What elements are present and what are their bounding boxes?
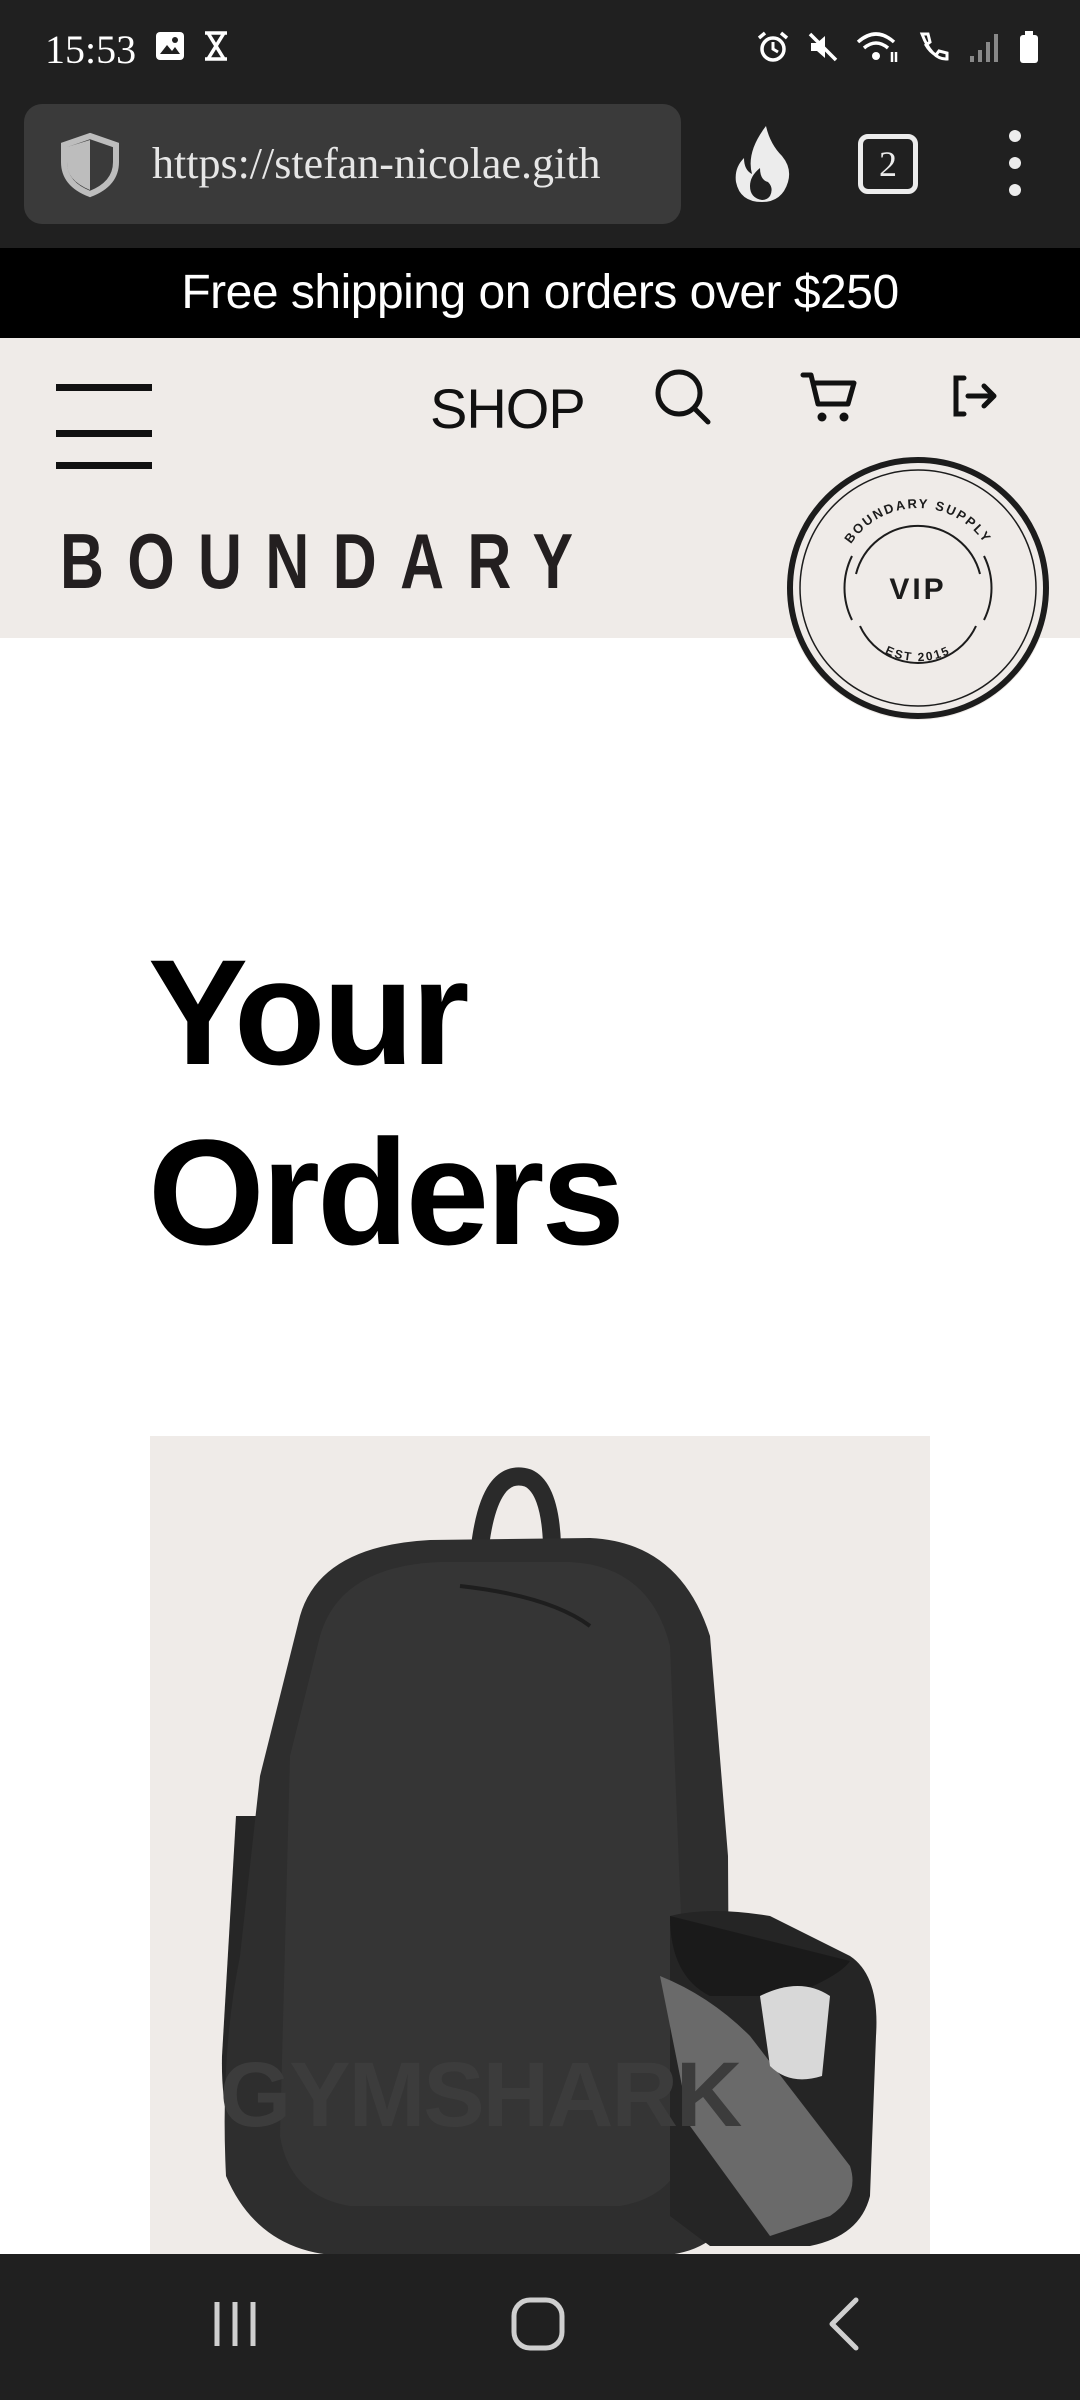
- shop-link[interactable]: SHOP: [430, 376, 586, 441]
- flame-icon[interactable]: [730, 122, 796, 206]
- address-bar[interactable]: https://stefan-nicolae.gith: [24, 104, 681, 224]
- site-logo[interactable]: BOUNDARY: [60, 516, 596, 607]
- backpack-image: GYMSHARK: [220, 1467, 877, 2256]
- call-icon: [919, 32, 949, 61]
- recent-apps-icon[interactable]: [205, 2294, 265, 2354]
- vip-badge: BOUNDARY SUPPLY EST 2015 VIP: [786, 456, 1050, 720]
- back-icon[interactable]: [820, 2294, 870, 2354]
- shield-icon: [61, 132, 119, 198]
- brand-mark: GYMSHARK: [220, 2044, 742, 2146]
- hourglass-icon: [205, 31, 227, 61]
- announcement-bar: Free shipping on orders over $250: [0, 248, 1080, 338]
- system-nav-bar: [0, 2254, 1080, 2400]
- badge-center-text: VIP: [889, 573, 946, 606]
- vip-badge-graphic: BOUNDARY SUPPLY EST 2015 VIP: [787, 457, 1049, 719]
- order-product-image[interactable]: GYMSHARK: [150, 1436, 930, 2256]
- logout-icon[interactable]: [950, 372, 1002, 420]
- search-icon[interactable]: [654, 368, 714, 428]
- page-title: Your Orders: [148, 928, 625, 1276]
- wifi-icon: [856, 32, 898, 62]
- alarm-icon: [757, 31, 789, 62]
- status-bar: 15:53: [0, 0, 1080, 102]
- mute-icon: [808, 32, 838, 62]
- battery-icon: [1020, 31, 1038, 63]
- cart-icon[interactable]: [800, 370, 860, 426]
- url-text: https://stefan-nicolae.gith: [152, 139, 601, 188]
- menu-icon[interactable]: [56, 384, 152, 472]
- signal-icon: [970, 34, 998, 62]
- gallery-icon: [156, 32, 184, 60]
- status-time: 15:53: [45, 27, 137, 72]
- browser-toolbar: https://stefan-nicolae.gith 2: [0, 102, 1080, 248]
- home-icon[interactable]: [508, 2294, 572, 2354]
- tabs-button[interactable]: 2: [858, 134, 918, 194]
- browser-menu-icon[interactable]: [1000, 130, 1030, 200]
